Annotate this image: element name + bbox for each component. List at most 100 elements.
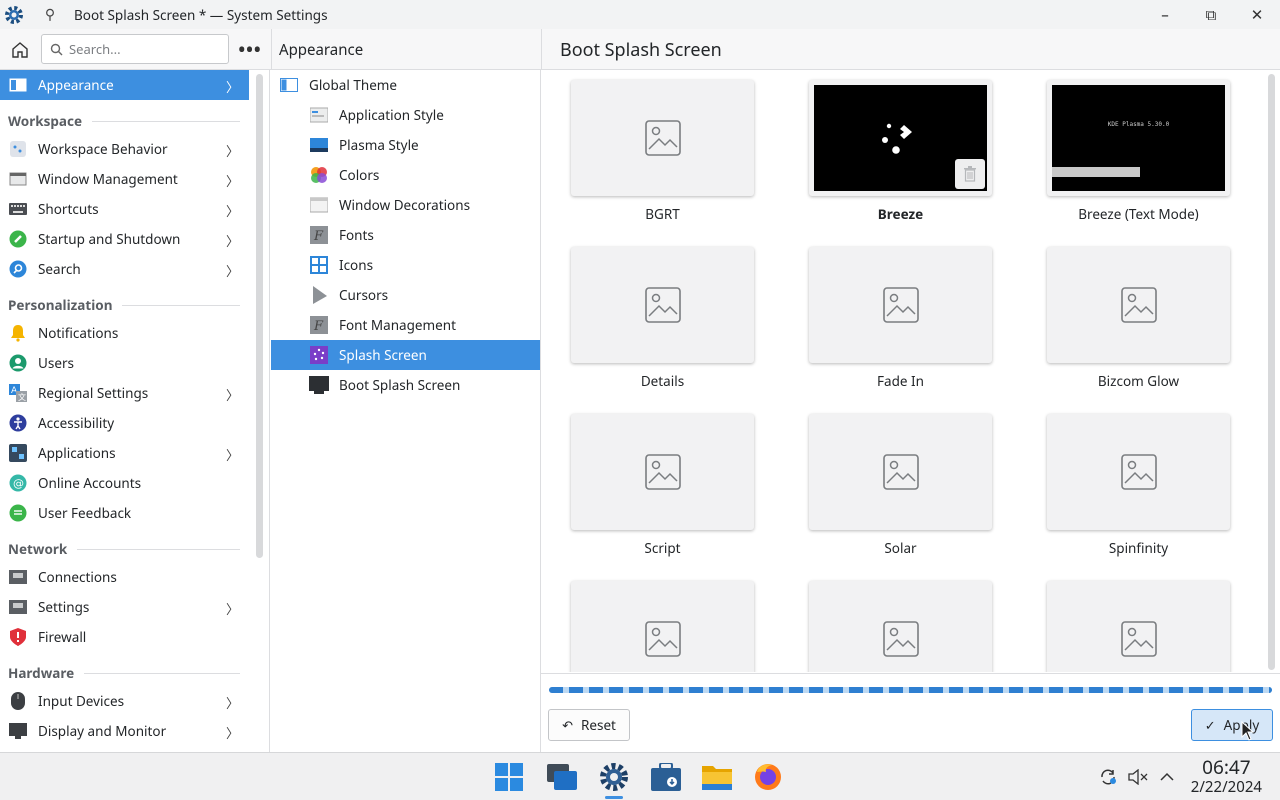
list-item-global-theme[interactable]: Global Theme — [271, 70, 540, 100]
theme-tile[interactable] — [571, 581, 754, 672]
sidebar-item-network-settings[interactable]: Settings 〉 — [0, 592, 249, 622]
section-hardware: Hardware — [8, 663, 240, 683]
section-workspace: Workspace — [8, 111, 240, 131]
application-style-icon — [309, 105, 329, 125]
theme-tile[interactable] — [809, 581, 992, 672]
firefox-icon — [755, 764, 781, 790]
discover-taskbar-button[interactable] — [648, 759, 684, 795]
sidebar-item-accessibility[interactable]: Accessibility — [0, 408, 249, 438]
clock[interactable]: 06:47 2/22/2024 — [1191, 756, 1262, 796]
mouse-pointer-icon — [1241, 721, 1255, 741]
theme-label: Solar — [884, 539, 917, 557]
home-button[interactable] — [6, 36, 34, 64]
close-button[interactable]: ✕ — [1234, 0, 1280, 29]
svg-text:文: 文 — [18, 392, 26, 402]
apply-button[interactable]: ✓ Apply — [1191, 709, 1273, 741]
list-item-application-style[interactable]: Application Style — [271, 100, 540, 130]
sidebar-scrollbar[interactable] — [256, 74, 263, 558]
sidebar-item-users[interactable]: Users — [0, 348, 249, 378]
preview-text: KDE Plasma 5.30.0 — [1107, 121, 1170, 128]
theme-preview — [809, 414, 992, 530]
file-manager-taskbar-button[interactable] — [699, 759, 735, 795]
start-menu-button[interactable] — [491, 759, 527, 795]
sidebar-item-display-and-monitor[interactable]: Display and Monitor 〉 — [0, 716, 249, 746]
reset-button[interactable]: ↶ Reset — [548, 709, 630, 741]
sidebar-item-notifications[interactable]: Notifications — [0, 318, 249, 348]
window-controls: – ⧉ ✕ — [1142, 0, 1280, 29]
chevron-right-icon: 〉 — [225, 694, 239, 712]
task-view-button[interactable] — [544, 759, 580, 795]
list-item-boot-splash-screen[interactable]: Boot Splash Screen — [271, 370, 540, 400]
search-input[interactable] — [69, 40, 219, 58]
preview-progress-bar — [1052, 167, 1140, 177]
theme-tile-details[interactable]: Details — [571, 247, 754, 390]
sidebar-item-firewall[interactable]: Firewall — [0, 622, 249, 652]
checkmark-icon: ✓ — [1204, 716, 1216, 734]
sidebar-item-shortcuts[interactable]: Shortcuts 〉 — [0, 194, 249, 224]
language-icon: A文 — [8, 383, 28, 403]
icons-icon — [309, 255, 329, 275]
pin-icon[interactable]: ⚲ — [40, 5, 60, 24]
home-icon — [12, 42, 28, 58]
search-field[interactable] — [41, 34, 229, 64]
window-title: Boot Splash Screen * — System Settings — [74, 5, 328, 24]
sidebar-item-user-feedback[interactable]: User Feedback — [0, 498, 249, 528]
more-options-button[interactable]: ••• — [236, 38, 264, 62]
image-placeholder-icon — [882, 454, 919, 490]
theme-preview — [809, 80, 992, 196]
updates-icon[interactable] — [1098, 767, 1118, 787]
system-settings-taskbar-button[interactable] — [596, 759, 632, 799]
header-bar: ••• Appearance Boot Splash Screen — [0, 29, 1280, 70]
firefox-taskbar-button[interactable] — [750, 759, 786, 795]
sidebar-item-workspace-behavior[interactable]: Workspace Behavior 〉 — [0, 134, 249, 164]
sidebar-item-applications[interactable]: Applications 〉 — [0, 438, 249, 468]
svg-text:F: F — [313, 319, 324, 334]
theme-tile-fade-in[interactable]: Fade In — [809, 247, 992, 390]
delete-theme-button[interactable] — [955, 159, 985, 189]
sidebar-item-search[interactable]: Search 〉 — [0, 254, 249, 284]
theme-tile-spinfinity[interactable]: Spinfinity — [1047, 414, 1230, 557]
theme-label: Script — [644, 539, 681, 557]
theme-tile-solar[interactable]: Solar — [809, 414, 992, 557]
theme-tile-bizcom-glow[interactable]: Bizcom Glow — [1047, 247, 1230, 390]
sidebar-item-input-devices[interactable]: Input Devices 〉 — [0, 686, 249, 716]
sidebar-item-window-management[interactable]: Window Management 〉 — [0, 164, 249, 194]
system-settings-app-icon[interactable] — [0, 1, 28, 29]
image-placeholder-icon — [644, 287, 681, 323]
theme-tile-breeze-text-mode[interactable]: KDE Plasma 5.30.0 Breeze (Text Mode) — [1047, 80, 1230, 223]
image-placeholder-icon — [882, 287, 919, 323]
list-item-icons[interactable]: Icons — [271, 250, 540, 280]
theme-tile-breeze[interactable]: Breeze — [809, 80, 992, 223]
list-item-window-decorations[interactable]: Window Decorations — [271, 190, 540, 220]
list-item-splash-screen[interactable]: Splash Screen — [271, 340, 540, 370]
list-item-colors[interactable]: Colors — [271, 160, 540, 190]
theme-tile-bgrt[interactable]: BGRT — [571, 80, 754, 223]
network-icon — [8, 567, 28, 587]
maximize-button[interactable]: ⧉ — [1188, 0, 1234, 29]
list-item-fonts[interactable]: F Fonts — [271, 220, 540, 250]
theme-label: Bizcom Glow — [1097, 372, 1180, 390]
section-network: Network — [8, 539, 240, 559]
list-item-font-management[interactable]: F Font Management — [271, 310, 540, 340]
sidebar-item-regional-settings[interactable]: A文 Regional Settings 〉 — [0, 378, 249, 408]
at-icon: @ — [8, 473, 28, 493]
column2-title: Appearance — [271, 29, 541, 70]
sidebar-item-startup-and-shutdown[interactable]: Startup and Shutdown 〉 — [0, 224, 249, 254]
theme-label: Breeze — [877, 205, 924, 223]
volume-muted-icon[interactable] — [1128, 767, 1148, 787]
theme-preview — [1047, 581, 1230, 672]
list-item-plasma-style[interactable]: Plasma Style — [271, 130, 540, 160]
theme-preview — [571, 581, 754, 672]
minimize-button[interactable]: – — [1142, 0, 1188, 29]
theme-preview — [1047, 414, 1230, 530]
sidebar-item-appearance[interactable]: Appearance 〉 — [0, 70, 249, 100]
sidebar-item-online-accounts[interactable]: @ Online Accounts — [0, 468, 249, 498]
sidebar-item-connections[interactable]: Connections — [0, 562, 249, 592]
fonts-icon: F — [309, 225, 329, 245]
system-settings-icon — [600, 763, 628, 791]
theme-tile-script[interactable]: Script — [571, 414, 754, 557]
theme-grid-scrollbar[interactable] — [1268, 74, 1275, 670]
list-item-cursors[interactable]: Cursors — [271, 280, 540, 310]
theme-tile[interactable] — [1047, 581, 1230, 672]
chevron-up-icon[interactable] — [1157, 767, 1177, 787]
